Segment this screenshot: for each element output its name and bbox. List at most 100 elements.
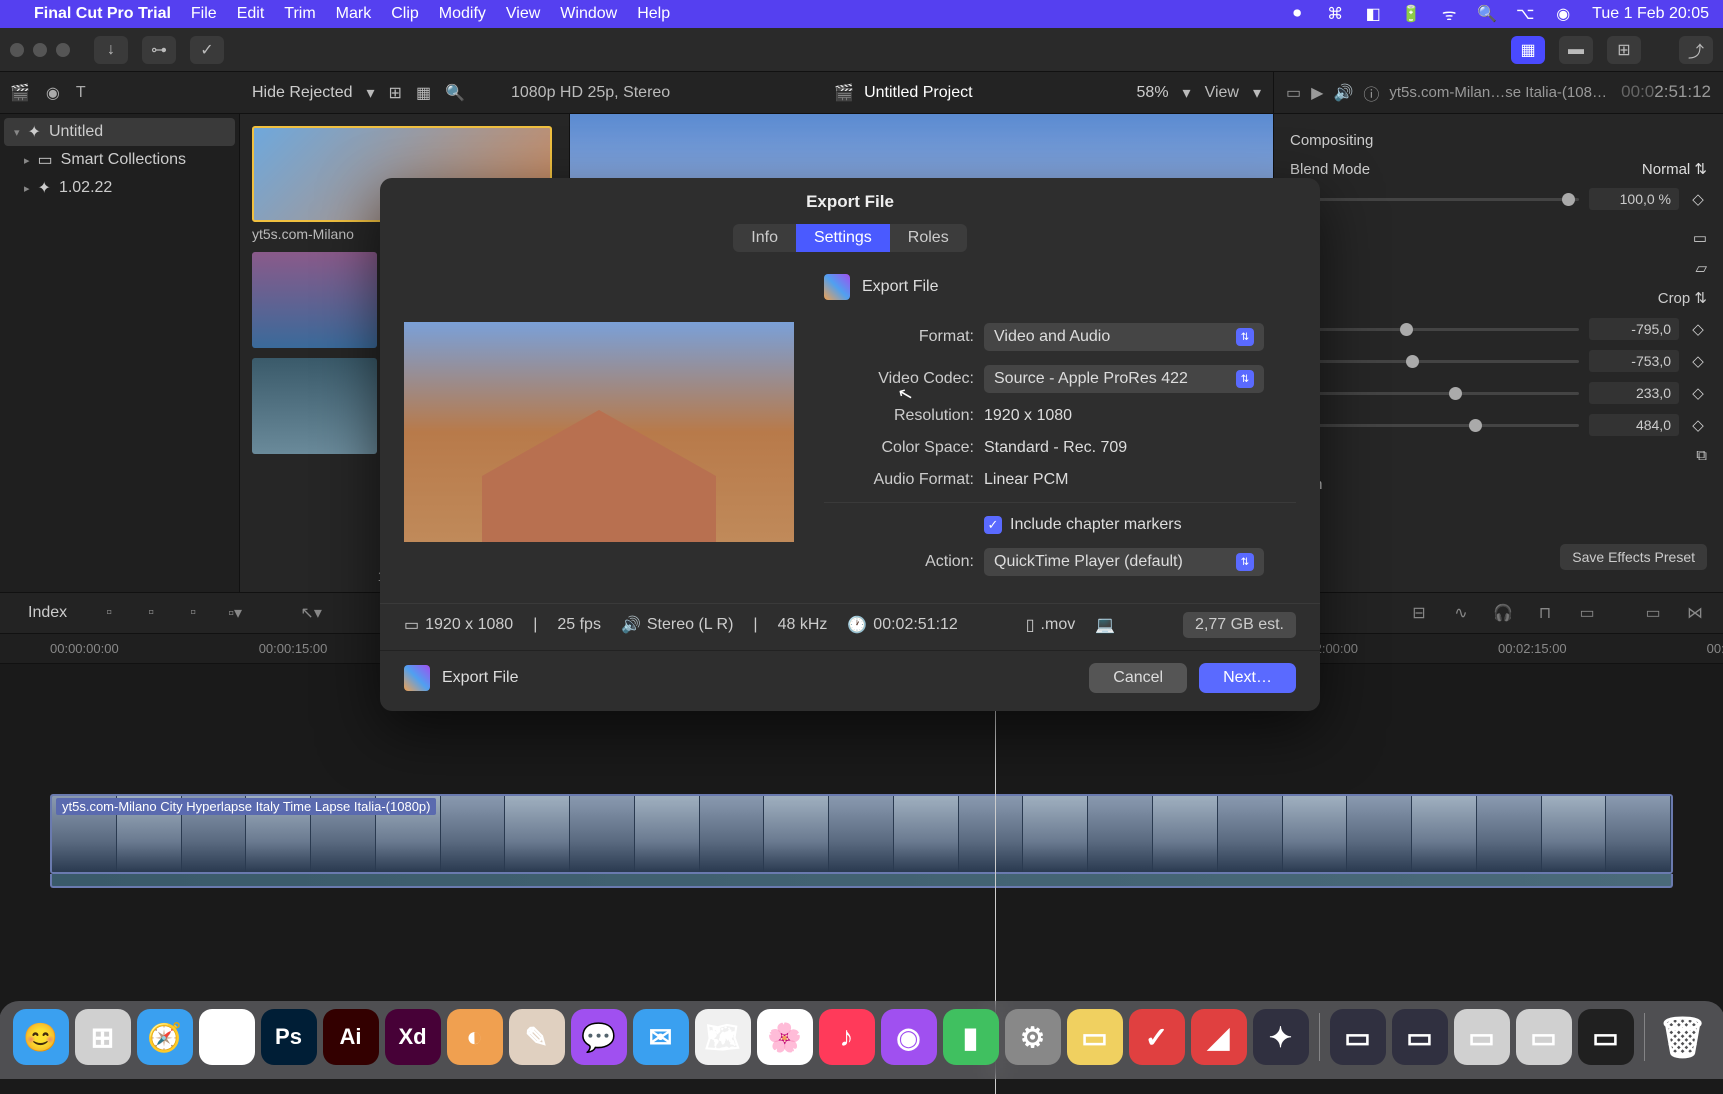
menubar[interactable]: Final Cut Pro Trial File Edit Trim Mark … [0,0,1723,28]
trash-icon[interactable]: 🗑 [1655,1009,1711,1065]
battery-icon[interactable]: 🔋 [1402,5,1420,23]
clip-thumbnail[interactable] [252,358,377,454]
opacity-slider[interactable] [1290,198,1579,201]
menu-edit[interactable]: Edit [237,5,265,23]
crop-section[interactable]: Crop ⇅ [1658,289,1707,307]
video-inspector-icon[interactable]: ▭ [1286,83,1301,103]
timeline-audio[interactable] [50,874,1673,888]
blend-mode-popup[interactable]: Normal ⇅ [1642,160,1707,178]
dock-app-photos[interactable]: 🌸 [757,1009,813,1065]
dock-app-chrome[interactable]: ◉ [199,1009,255,1065]
dock-minimized-window[interactable]: ▭ [1392,1009,1448,1065]
clip-appearance-icon[interactable]: ⊞ [389,83,402,103]
dock-minimized-window[interactable]: ▭ [1454,1009,1510,1065]
transitions-browser-icon[interactable]: ⋈ [1681,601,1709,625]
app-menu[interactable]: Final Cut Pro Trial [34,5,171,23]
connect-clip-icon[interactable]: ▫ [95,601,123,625]
grid-view-icon[interactable]: ▦ [416,83,431,103]
traffic-lights[interactable] [10,43,70,57]
clip-appearance-icon[interactable]: ▭ [1573,601,1601,625]
info-inspector-icon[interactable]: ⓘ [1363,81,1379,105]
save-effects-preset-button[interactable]: Save Effects Preset [1560,544,1707,570]
dock-minimized-window[interactable]: ▭ [1578,1009,1634,1065]
param-slider[interactable] [1290,424,1579,427]
dock-minimized-window[interactable]: ▭ [1330,1009,1386,1065]
dock-app-illustrator[interactable]: Ai [323,1009,379,1065]
dock-app-safari[interactable]: 🧭 [137,1009,193,1065]
param-value[interactable]: -795,0 [1589,318,1679,340]
library-item[interactable]: ▾✦Untitled [4,118,235,146]
status-icon[interactable]: ◧ [1364,5,1382,23]
dock-app-xd[interactable]: Xd [385,1009,441,1065]
dock-app-blender[interactable]: ◐ [447,1009,503,1065]
library-icon[interactable]: 🎬 [10,83,30,103]
param-value[interactable]: 484,0 [1589,414,1679,436]
wifi-icon[interactable]: ᯤ [1440,5,1458,23]
dock-app-podcasts[interactable]: ◉ [881,1009,937,1065]
dock-app-photoshop[interactable]: Ps [261,1009,317,1065]
timeline-index-button[interactable]: Index [14,600,81,626]
control-center-icon[interactable]: ⌥ [1516,5,1534,23]
menu-help[interactable]: Help [637,5,670,23]
dock-app-messenger[interactable]: 💬 [571,1009,627,1065]
event-item[interactable]: ▸✦1.02.22 [0,174,239,202]
chapter-markers-checkbox[interactable]: ✓Include chapter markers [984,516,1182,534]
dock[interactable]: 😊⊞🧭◉PsAiXd◐✎💬✉🗺🌸♪◉▮⚙▭✓◢✦ ▭ ▭ ▭ ▭ ▭ 🗑 [0,1001,1723,1079]
dock-app-launchpad[interactable]: ⊞ [75,1009,131,1065]
menu-clip[interactable]: Clip [391,5,419,23]
effects-browser-icon[interactable]: ▭ [1639,601,1667,625]
tab-info[interactable]: Info [733,224,796,252]
format-popup[interactable]: Video and Audio⇅ [984,323,1264,351]
snapping-icon[interactable]: ⊓ [1531,601,1559,625]
menubar-clock[interactable]: Tue 1 Feb 20:05 [1592,5,1709,23]
menu-file[interactable]: File [191,5,217,23]
cancel-button[interactable]: Cancel [1089,663,1187,693]
param-value[interactable]: -753,0 [1589,350,1679,372]
dock-app-numbers[interactable]: ▮ [943,1009,999,1065]
timeline-layout-button[interactable]: ▬ [1559,36,1593,64]
audio-inspector-icon[interactable]: 🔊 [1333,83,1353,103]
dock-app-maps[interactable]: 🗺 [695,1009,751,1065]
tab-roles[interactable]: Roles [890,224,967,252]
audio-skimming-icon[interactable]: ∿ [1447,601,1475,625]
param-slider[interactable] [1290,360,1579,363]
smart-collections-item[interactable]: ▸▭Smart Collections [0,146,239,174]
dock-app-finalcut[interactable]: ✦ [1253,1009,1309,1065]
action-popup[interactable]: QuickTime Player (default)⇅ [984,548,1264,576]
dock-app-settings[interactable]: ⚙ [1005,1009,1061,1065]
color-inspector-icon[interactable]: ▶ [1311,83,1323,103]
spotlight-icon[interactable]: 🔍 [1478,5,1496,23]
param-slider[interactable] [1290,328,1579,331]
dock-app-music[interactable]: ♪ [819,1009,875,1065]
overwrite-clip-icon[interactable]: ▫▾ [221,601,249,625]
menu-modify[interactable]: Modify [439,5,486,23]
dock-minimized-window[interactable]: ▭ [1516,1009,1572,1065]
param-value[interactable]: 233,0 [1589,382,1679,404]
menu-view[interactable]: View [506,5,540,23]
insert-clip-icon[interactable]: ▫ [137,601,165,625]
video-codec-popup[interactable]: Source - Apple ProRes 422⇅ [984,365,1264,393]
keyword-button[interactable]: ⊶ [142,36,176,64]
background-tasks-button[interactable]: ✓ [190,36,224,64]
append-clip-icon[interactable]: ▫ [179,601,207,625]
view-popup[interactable]: View [1205,84,1239,102]
tab-settings[interactable]: Settings [796,224,890,252]
photos-source-icon[interactable]: ◉ [46,83,60,103]
creative-cloud-icon[interactable]: ⌘ [1326,5,1344,23]
menu-mark[interactable]: Mark [336,5,372,23]
crop-onscreen-icon[interactable]: ⧉ [1696,447,1707,464]
dock-app-finder[interactable]: 😊 [13,1009,69,1065]
solo-icon[interactable]: 🎧 [1489,601,1517,625]
filter-popup[interactable]: Hide Rejected [252,84,353,102]
titles-source-icon[interactable]: T [76,84,86,102]
record-icon[interactable]: ⏺ [1288,5,1306,23]
browser-layout-button[interactable]: ▦ [1511,36,1545,64]
skimming-icon[interactable]: ⊟ [1405,601,1433,625]
next-button[interactable]: Next… [1199,663,1296,693]
search-icon[interactable]: 🔍 [445,83,465,103]
dock-app-notes[interactable]: ▭ [1067,1009,1123,1065]
siri-icon[interactable]: ◉ [1554,5,1572,23]
param-slider[interactable] [1290,392,1579,395]
compositing-section[interactable]: Compositing [1290,132,1373,149]
opacity-value[interactable]: 100,0 % [1589,188,1679,210]
